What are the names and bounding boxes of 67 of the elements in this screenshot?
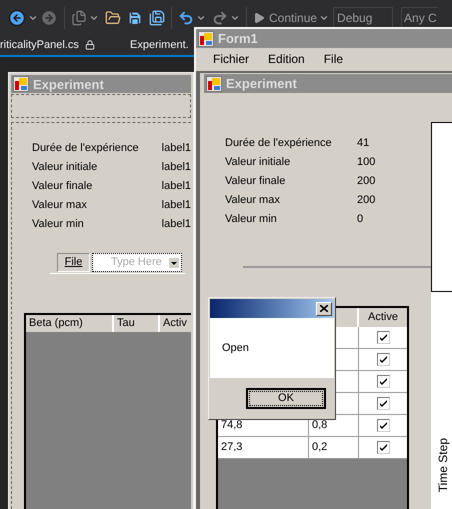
field-value: 200	[357, 174, 376, 190]
field-label: Valeur min	[32, 217, 85, 232]
check-icon	[378, 421, 388, 430]
continue-button[interactable]: Continue	[253, 8, 318, 26]
checkbox[interactable]	[376, 397, 390, 410]
check-icon	[378, 443, 388, 452]
window-title: Form1	[218, 32, 258, 45]
field-label: Durée de l'expérience	[32, 141, 140, 156]
menu-item[interactable]: Edition	[268, 50, 305, 68]
menu-item[interactable]: File	[57, 253, 90, 272]
field-label: Valeur initiale	[32, 160, 98, 176]
table-cell-text: 74,8	[221, 418, 242, 434]
field-value: label1	[162, 179, 191, 194]
save-icon[interactable]	[127, 10, 143, 26]
document-tab[interactable]: riticalityPanel.cs	[0, 36, 130, 54]
field-value: 200	[357, 193, 376, 208]
table-cell-text: 27,3	[221, 440, 242, 456]
new-project-icon[interactable]	[71, 10, 87, 26]
play-icon	[253, 12, 265, 24]
field-label: Valeur initiale	[225, 155, 292, 170]
field-value: 41	[357, 136, 370, 152]
field-value: 0	[357, 212, 364, 228]
field-value: label1	[162, 160, 191, 176]
window-title: Experiment	[226, 77, 297, 90]
table-cell-text: 0,2	[312, 440, 328, 456]
field-value: label1	[162, 141, 191, 156]
form-icon	[206, 76, 222, 92]
field-value: 100	[357, 155, 376, 170]
column-header[interactable]: Activ	[160, 315, 191, 332]
close-button[interactable]	[316, 302, 332, 316]
open-folder-icon[interactable]	[105, 10, 121, 26]
forward-icon[interactable]	[40, 8, 58, 26]
column-header[interactable]: Beta (pcm)	[26, 315, 114, 332]
checkbox[interactable]	[376, 375, 390, 388]
field-label: Valeur min	[225, 212, 278, 228]
field-label: Valeur max	[32, 198, 88, 214]
form-icon	[198, 30, 214, 46]
dialog-message: Open	[222, 340, 249, 356]
menu-item[interactable]: File	[324, 50, 344, 68]
field-label: Durée de l'expérience	[225, 136, 333, 152]
close-icon[interactable]	[320, 305, 328, 312]
back-icon[interactable]	[8, 8, 26, 26]
lock-icon	[84, 40, 95, 50]
form-icon	[13, 76, 29, 92]
window-title: Experiment	[33, 78, 104, 90]
field-label: Valeur finale	[225, 174, 286, 190]
checkbox[interactable]	[376, 331, 390, 344]
check-icon	[378, 355, 388, 364]
table-cell-text: 0,8	[312, 418, 328, 434]
checkbox[interactable]	[376, 441, 390, 454]
redo-icon[interactable]	[212, 10, 228, 26]
check-icon	[378, 333, 388, 342]
field-value: label1	[162, 217, 191, 232]
document-tab[interactable]: Experiment.	[130, 36, 189, 54]
menu-item[interactable]: Fichier	[213, 50, 250, 68]
field-label: Valeur finale	[32, 179, 94, 194]
check-icon	[378, 377, 388, 386]
checkbox[interactable]	[376, 353, 390, 366]
field-value: label1	[162, 198, 191, 214]
undo-icon[interactable]	[178, 10, 194, 26]
checkbox[interactable]	[376, 419, 390, 432]
save-all-icon[interactable]	[149, 10, 165, 26]
axis-label: Time Step	[435, 438, 451, 492]
check-icon	[378, 399, 388, 408]
field-label: Valeur max	[225, 193, 281, 208]
column-header[interactable]: Tau	[114, 315, 160, 332]
ok-button[interactable]: OK	[246, 388, 326, 408]
